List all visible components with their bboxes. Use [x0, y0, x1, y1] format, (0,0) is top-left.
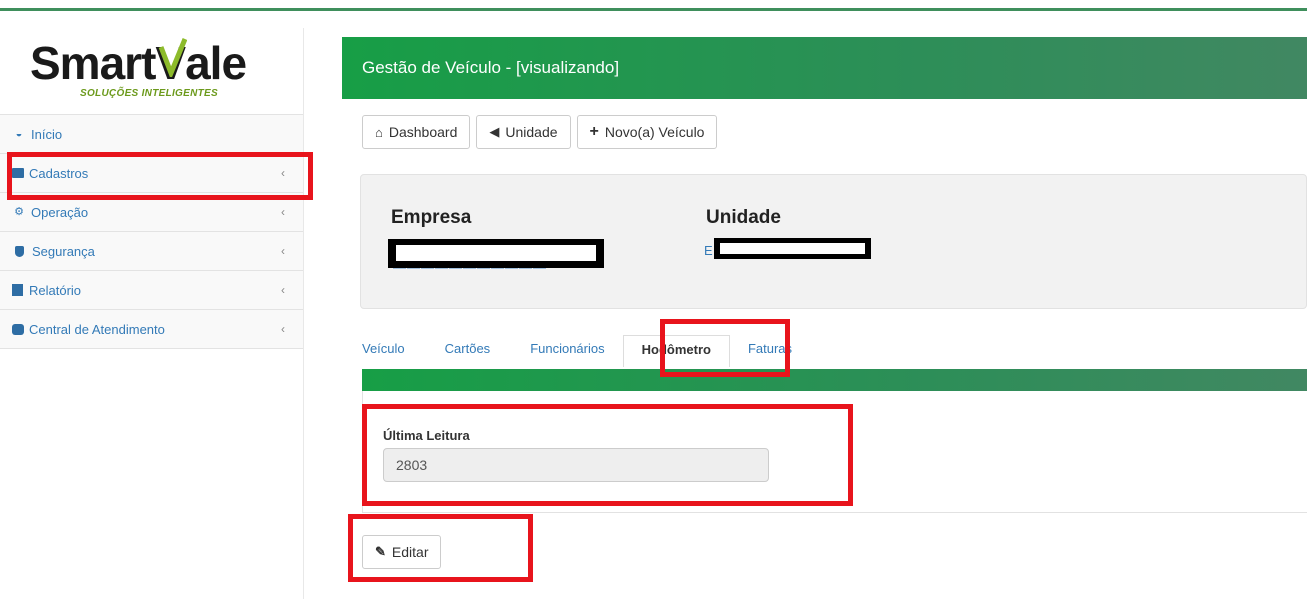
plus-icon: +	[589, 123, 599, 140]
chevron-left-icon: ‹	[281, 322, 285, 336]
sidebar-divider	[303, 28, 304, 599]
unidade-button-label: Unidade	[505, 124, 558, 140]
tab-content-header	[362, 369, 1307, 391]
dashboard-button[interactable]: ⌂ Dashboard	[362, 115, 471, 149]
empresa-label: Empresa	[391, 207, 472, 228]
info-panel: Empresa Unidade ▬▬▬▬▬▬▬▬▬▬▬ E	[360, 174, 1307, 309]
dashboard-icon: ◒	[15, 127, 23, 140]
toolbar: ⌂ Dashboard ◀ Unidade + Novo(a) Veículo	[362, 115, 718, 149]
sidebar-item-inicio[interactable]: ◒ Início	[0, 115, 303, 154]
novo-veiculo-button-label: Novo(a) Veículo	[604, 124, 705, 140]
sidebar-item-relatorio[interactable]: Relatório ‹	[0, 271, 303, 310]
brand-tagline: SOLUÇÕES INTELIGENTES	[80, 88, 218, 99]
unidade-button[interactable]: ◀ Unidade	[476, 115, 571, 149]
tab-veiculo[interactable]: Veículo	[362, 335, 405, 367]
highlight-ultima-leitura	[362, 404, 853, 506]
dashboard-button-label: Dashboard	[388, 124, 458, 140]
sidebar-item-label: Início	[31, 126, 63, 142]
sidebar-item-label: Relatório	[29, 282, 82, 298]
caret-left-icon: ◀	[489, 124, 500, 139]
brand-logo[interactable]: SmartV ale SOLUÇÕES INTELIGENTES	[30, 36, 280, 106]
page-header: Gestão de Veículo - [visualizando]	[342, 37, 1307, 99]
highlight-cadastros	[7, 152, 313, 200]
chevron-left-icon: ‹	[281, 283, 285, 297]
sidebar-item-label: Operação	[31, 204, 89, 220]
novo-veiculo-button[interactable]: + Novo(a) Veículo	[576, 115, 718, 149]
empresa-section: Empresa	[391, 207, 471, 229]
empresa-redaction	[388, 239, 604, 268]
unidade-section: Unidade	[706, 207, 781, 229]
brand-name: SmartV ale	[30, 37, 247, 89]
phone-icon	[12, 323, 24, 335]
sidebar-nav: ◒ Início Cadastros ‹ ⚙ Operação ‹ Segura…	[0, 114, 303, 349]
tab-cartoes[interactable]: Cartões	[445, 335, 491, 367]
highlight-hodometro-tab	[660, 319, 790, 377]
sidebar-item-central-atendimento[interactable]: Central de Atendimento ‹	[0, 310, 303, 349]
sidebar-item-seguranca[interactable]: Segurança ‹	[0, 232, 303, 271]
page-title: Gestão de Veículo - [visualizando]	[362, 58, 620, 77]
top-accent-line	[0, 8, 1307, 11]
unidade-value-prefix: E	[704, 243, 714, 258]
tab-funcionarios[interactable]: Funcionários	[530, 335, 604, 367]
logo-v-check-icon	[159, 38, 188, 77]
cogs-icon: ⚙	[14, 205, 24, 218]
sidebar-item-label: Central de Atendimento	[29, 321, 165, 337]
unidade-label: Unidade	[706, 207, 781, 228]
shield-icon	[15, 245, 24, 257]
highlight-edit-button	[348, 514, 533, 582]
logo-v-mark: V	[155, 37, 188, 89]
home-icon: ⌂	[375, 124, 383, 140]
report-icon	[12, 284, 23, 296]
sidebar: SmartV ale SOLUÇÕES INTELIGENTES ◒ Início…	[0, 28, 303, 599]
chevron-left-icon: ‹	[281, 205, 285, 219]
chevron-left-icon: ‹	[281, 244, 285, 258]
unidade-redaction	[714, 238, 871, 259]
sidebar-item-label: Segurança	[32, 243, 95, 259]
